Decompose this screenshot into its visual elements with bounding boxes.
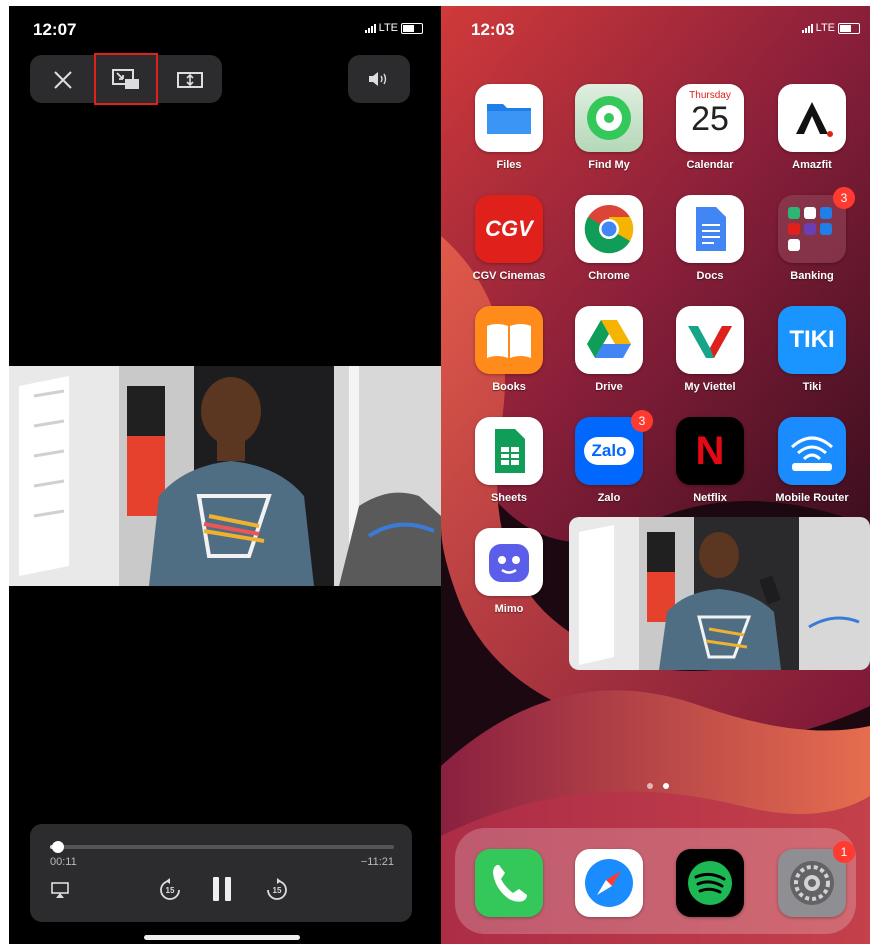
app-label-amazfit: Amazfit [792, 159, 832, 171]
docs-app-icon[interactable] [676, 195, 744, 263]
aspect-fill-button[interactable] [172, 62, 208, 98]
progress-scrubber[interactable] [52, 841, 64, 853]
picture-in-picture-button[interactable] [94, 53, 158, 105]
zalo-logo-text: Zalo [591, 441, 627, 460]
app-label-calendar: Calendar [686, 159, 734, 171]
document-icon [696, 207, 726, 251]
calendar-day: 25 [691, 100, 729, 138]
volume-button[interactable] [348, 55, 410, 103]
progress-track[interactable] [50, 841, 394, 853]
page-dot-2[interactable] [663, 783, 669, 789]
remaining-time: −11:21 [360, 856, 394, 868]
pause-icon [213, 877, 231, 901]
open-book-icon [487, 324, 531, 358]
right-phone-home-screen: 12:03 LTE Files Find My Thursday 25 Cale… [441, 6, 870, 944]
spreadsheet-icon [495, 429, 525, 473]
app-label-sheets: Sheets [490, 492, 528, 504]
phone-app-icon[interactable] [475, 849, 543, 917]
amazfit-logo-icon [796, 102, 833, 137]
amazfit-app-icon[interactable] [778, 84, 846, 152]
skip-back-button[interactable]: 15 [153, 873, 187, 907]
network-label: LTE [378, 22, 398, 34]
banking-badge: 3 [833, 187, 855, 209]
app-label-my-viettel: My Viettel [684, 381, 736, 393]
compass-icon [585, 859, 633, 907]
airplay-icon [51, 882, 69, 898]
drive-logo-icon [587, 320, 631, 358]
network-label: LTE [815, 22, 835, 34]
app-label-zalo: Zalo [597, 492, 621, 504]
pause-button[interactable] [207, 872, 237, 906]
app-label-chrome: Chrome [588, 270, 630, 282]
cgv-app-icon[interactable]: CGV [475, 195, 543, 263]
mimo-robot-icon [489, 544, 529, 582]
app-label-mimo: Mimo [494, 603, 524, 615]
home-indicator[interactable] [144, 935, 300, 940]
left-phone-screen: 12:07 LTE 00:11 −11:21 15 15 [9, 6, 441, 944]
app-label-netflix: Netflix [693, 492, 727, 504]
app-label-docs: Docs [696, 270, 724, 282]
files-app-icon[interactable] [475, 84, 543, 152]
folder-icon [487, 104, 531, 134]
status-time: 12:07 [33, 20, 77, 39]
skip-forward-label: 15 [272, 885, 282, 895]
status-indicators: LTE [364, 22, 423, 34]
skip-forward-button[interactable]: 15 [260, 873, 294, 907]
settings-badge: 1 [833, 841, 855, 863]
mobile-router-app-icon[interactable] [778, 417, 846, 485]
picture-in-picture-icon [112, 69, 139, 89]
safari-app-icon[interactable] [575, 849, 643, 917]
zalo-bubble: Zalo [583, 437, 635, 465]
status-time: 12:03 [471, 20, 515, 39]
app-label-books: Books [492, 381, 526, 393]
app-label-drive: Drive [595, 381, 623, 393]
sheets-app-icon[interactable] [475, 417, 543, 485]
pip-video-window[interactable] [569, 517, 870, 670]
phone-handset-icon [493, 865, 527, 902]
video-frame[interactable] [9, 366, 441, 586]
app-label-mobile-router: Mobile Router [775, 492, 849, 504]
find-my-app-icon[interactable] [575, 84, 643, 152]
video-thumbnail [9, 366, 441, 586]
books-app-icon[interactable] [475, 306, 543, 374]
pip-video-thumbnail [569, 517, 870, 670]
app-label-banking: Banking [790, 270, 834, 282]
tiki-app-icon[interactable]: TIKI [778, 306, 846, 374]
chrome-app-icon[interactable] [575, 195, 643, 263]
netflix-app-icon[interactable]: N [676, 417, 744, 485]
my-viettel-app-icon[interactable] [676, 306, 744, 374]
calendar-app-icon[interactable]: Thursday 25 [676, 84, 744, 152]
signal-icon [364, 23, 376, 33]
app-label-tiki: Tiki [802, 381, 822, 393]
battery-icon [401, 22, 423, 34]
elapsed-time: 00:11 [50, 856, 77, 868]
app-label-files: Files [496, 159, 522, 171]
viettel-logo-icon [688, 326, 732, 358]
skip-back-label: 15 [165, 885, 175, 895]
airplay-button[interactable] [46, 876, 74, 904]
app-label-find-my: Find My [588, 159, 630, 171]
battery-icon [838, 22, 860, 34]
close-button[interactable] [45, 62, 81, 98]
cgv-logo-text: CGV [485, 216, 533, 241]
app-label-cgv: CGV Cinemas [472, 270, 546, 282]
radar-icon [587, 96, 631, 140]
zalo-badge: 3 [631, 410, 653, 432]
page-dot-1[interactable] [647, 783, 653, 789]
status-indicators: LTE [801, 22, 860, 34]
drive-app-icon[interactable] [575, 306, 643, 374]
volume-icon [348, 55, 410, 103]
expand-icon [177, 72, 203, 88]
spotify-logo-icon [688, 861, 732, 905]
chrome-logo-icon [584, 205, 634, 254]
spotify-app-icon[interactable] [676, 849, 744, 917]
mimo-app-icon[interactable] [475, 528, 543, 596]
signal-icon [801, 23, 813, 33]
close-icon [54, 71, 72, 89]
tiki-logo-text: TIKI [789, 326, 835, 353]
wifi-icon [790, 436, 834, 471]
netflix-logo-text: N [695, 428, 725, 473]
